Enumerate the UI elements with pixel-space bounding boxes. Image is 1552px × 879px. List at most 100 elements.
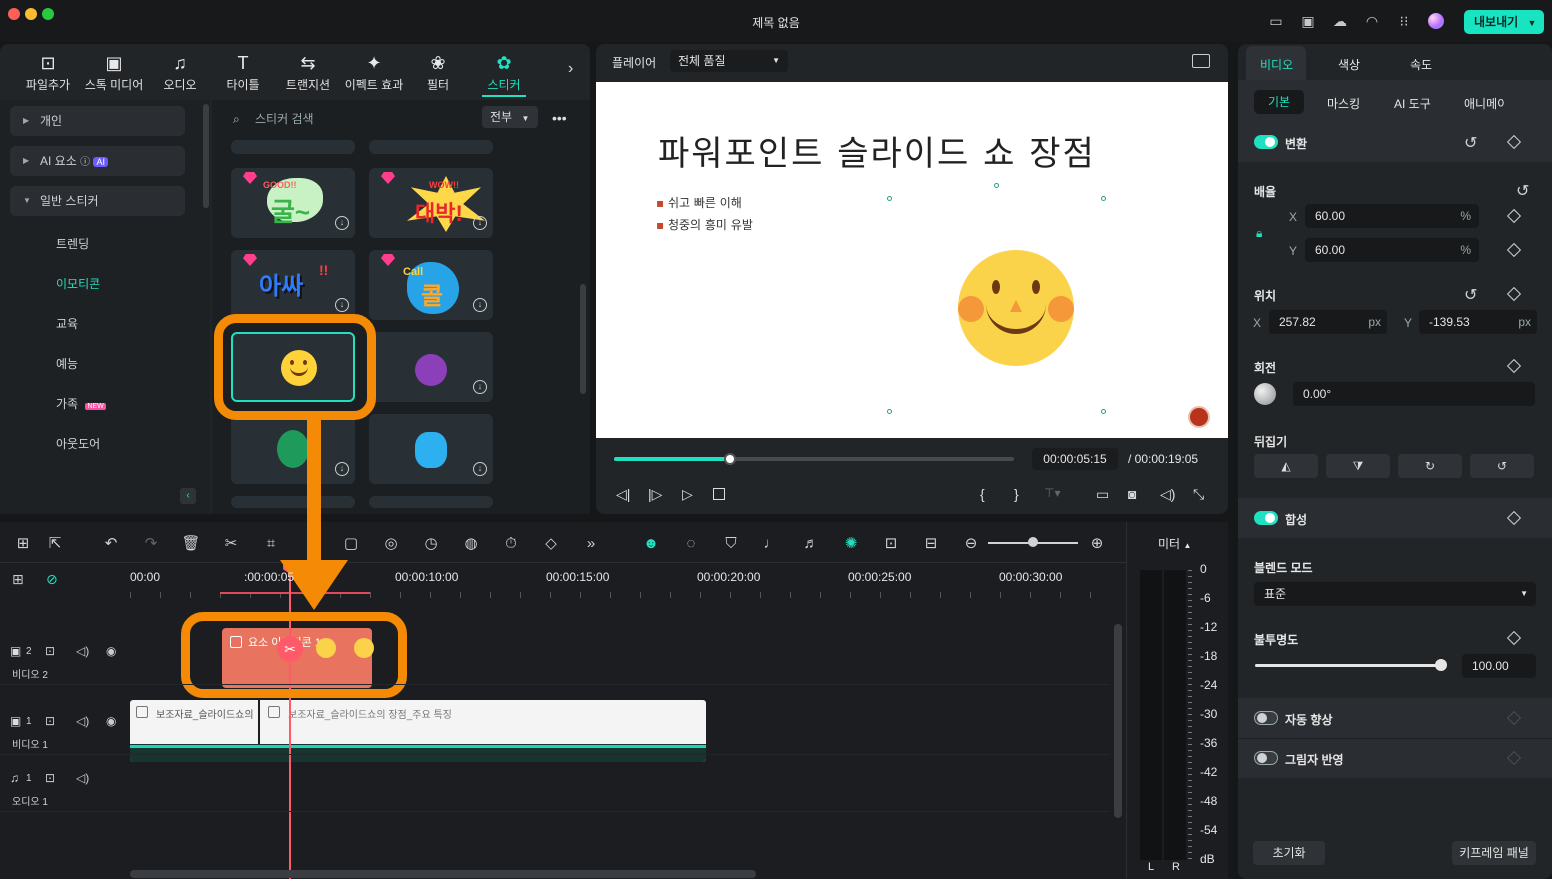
smiley-sticker-preview[interactable] — [958, 250, 1074, 366]
sticker-tile-green[interactable]: ↓ — [231, 414, 355, 484]
rotate-cw-button[interactable]: ↻ — [1398, 454, 1462, 478]
ai-tool-icon[interactable]: ✺ — [840, 534, 862, 554]
resize-handle[interactable] — [887, 409, 892, 414]
quality-dropdown[interactable]: 전체 품질 ▼ — [670, 50, 788, 72]
position-x-input[interactable]: 257.82 px — [1269, 310, 1387, 334]
collapse-panel-button[interactable]: ‹ — [180, 488, 196, 504]
keyframe-panel-button[interactable]: 키프레임 패널 — [1452, 841, 1536, 865]
lock-icon[interactable]: ⊡ — [45, 644, 55, 658]
grid-layout-icon[interactable]: ⊞ — [12, 534, 34, 554]
eye-icon[interactable]: ◉ — [106, 714, 116, 728]
subcategory-outdoor[interactable]: 아웃도어 — [56, 435, 100, 452]
category-scrollbar[interactable] — [203, 104, 209, 208]
subtab-ai-tools[interactable]: AI 도구 — [1394, 95, 1431, 112]
palette-icon[interactable]: ◍ — [460, 534, 482, 554]
snapshot-view-icon[interactable] — [1192, 54, 1210, 68]
keyframe-icon[interactable]: ◇ — [540, 534, 562, 554]
lock-icon[interactable]: ⊡ — [45, 771, 55, 785]
rotate-handle[interactable] — [994, 183, 999, 188]
position-y-input[interactable]: -139.53 px — [1419, 310, 1537, 334]
volume-icon[interactable]: ◁) — [1160, 486, 1175, 503]
chevron-right-icon[interactable]: › — [568, 60, 573, 78]
opacity-slider-knob[interactable] — [1435, 659, 1447, 671]
shadow-toggle[interactable] — [1254, 751, 1278, 765]
current-time[interactable]: 00:00:05:15 — [1032, 448, 1118, 470]
layout-icon[interactable]: ▭ — [1267, 12, 1285, 30]
fullscreen-icon[interactable]: ⤡ — [1193, 486, 1204, 503]
speed-icon[interactable]: ◷ — [420, 534, 442, 554]
scale-x-input[interactable]: 60.00% — [1305, 204, 1479, 228]
sticker-tile-blue[interactable]: ↓ — [369, 414, 493, 484]
subcategory-education[interactable]: 교육 — [56, 315, 78, 332]
redo-icon[interactable]: ↷ — [140, 534, 162, 554]
cut-icon[interactable]: ✂ — [220, 534, 242, 554]
media-tab-6[interactable]: ❀ 필터 — [406, 52, 470, 98]
profile-avatar[interactable] — [1428, 13, 1444, 29]
support-headset-icon[interactable]: ◠ — [1363, 12, 1381, 30]
playhead-knob[interactable] — [724, 453, 736, 465]
camera-icon[interactable]: ◙ — [1128, 486, 1136, 502]
scale-y-input[interactable]: 60.00% — [1305, 238, 1479, 262]
auto-enhance-toggle[interactable] — [1254, 711, 1278, 725]
display-icon[interactable]: ▭ — [1096, 486, 1109, 503]
resize-handle[interactable] — [1101, 196, 1106, 201]
tab-color[interactable]: 색상 — [1338, 56, 1360, 73]
cloud-upload-icon[interactable]: ☁ — [1331, 12, 1349, 30]
download-icon[interactable]: ↓ — [335, 216, 349, 230]
category-personal[interactable]: ▶ 개인 — [10, 106, 185, 136]
mic-icon[interactable]: ♩ — [760, 534, 782, 554]
prev-frame-icon[interactable]: ◁| — [616, 486, 630, 503]
subtab-animation[interactable]: 애니메이 — [1464, 95, 1504, 112]
save-icon[interactable]: ▣ — [1299, 12, 1317, 30]
lock-icon[interactable]: ⊡ — [45, 714, 55, 728]
blend-mode-dropdown[interactable]: 표준 ▼ — [1254, 582, 1536, 606]
timer-icon[interactable]: ⏱︎ — [500, 534, 522, 554]
subcategory-family[interactable]: 가족 NEW — [56, 395, 106, 412]
sticker-tile[interactable] — [231, 140, 355, 154]
reset-icon[interactable]: ↺ — [1464, 285, 1477, 305]
download-icon[interactable]: ↓ — [473, 462, 487, 476]
undo-icon[interactable]: ↶ — [100, 534, 122, 554]
rotate-ccw-button[interactable]: ↺ — [1470, 454, 1534, 478]
subtab-basic[interactable]: 기본 — [1254, 90, 1304, 114]
ai-avatar-icon[interactable]: ☻ — [640, 534, 662, 554]
composite-toggle[interactable] — [1254, 511, 1278, 525]
delete-icon[interactable]: 🗑︎ — [180, 534, 202, 554]
resize-handle[interactable] — [1101, 409, 1106, 414]
eye-icon[interactable]: ◉ — [106, 644, 116, 658]
download-icon[interactable]: ↓ — [473, 380, 487, 394]
sticker-tile-call[interactable]: Call 콜 ↓ — [369, 250, 493, 320]
help-icon[interactable]: ⓘ — [80, 157, 90, 168]
media-tab-4[interactable]: ⇆ 트랜지션 — [276, 52, 340, 98]
media-tab-5[interactable]: ✦ 이펙트 효과 — [342, 52, 406, 98]
flip-horizontal-button[interactable]: ◭ — [1254, 454, 1318, 478]
download-icon[interactable]: ↓ — [473, 216, 487, 230]
resize-handle[interactable] — [887, 196, 892, 201]
speaker-icon[interactable]: ◁) — [76, 771, 89, 785]
category-general-stickers[interactable]: ▼ 일반 스티커 — [10, 186, 185, 216]
color-icon[interactable]: ◎ — [380, 534, 402, 554]
media-tab-1[interactable]: ▣ 스톡 미디어 — [82, 52, 146, 98]
select-tool-icon[interactable]: ⇱ — [44, 534, 66, 554]
media-tab-0[interactable]: ⊡ 파일추가 — [16, 52, 80, 98]
opacity-slider[interactable] — [1255, 659, 1447, 671]
mark-out-icon[interactable]: } — [1014, 486, 1019, 502]
add-track-icon[interactable]: ⊞ — [12, 571, 24, 588]
media-tab-7[interactable]: ✿ 스티커 — [472, 52, 536, 98]
rotation-dial[interactable] — [1254, 383, 1276, 405]
zoom-slider-knob[interactable] — [1028, 537, 1038, 547]
download-icon[interactable]: ↓ — [335, 298, 349, 312]
link-icon[interactable]: ⊘ — [46, 571, 58, 588]
subcategory-emoticon[interactable]: 이모티콘 — [56, 275, 100, 292]
sticker-tile-assa[interactable]: 아싸 !! ↓ — [231, 250, 355, 320]
more-options-icon[interactable]: ••• — [552, 110, 567, 126]
next-frame-icon[interactable]: |▷ — [648, 486, 662, 503]
insert-icon[interactable]: ⊤▾ — [1044, 486, 1060, 500]
playback-progress-track[interactable] — [614, 453, 1014, 465]
sticker-filter-dropdown[interactable]: 전부 ▼ — [482, 106, 538, 128]
music-icon[interactable]: ♬ — [800, 534, 822, 554]
marker-icon[interactable]: ⛉ — [720, 534, 742, 554]
apps-grid-icon[interactable]: ⁝⁝ — [1395, 12, 1413, 30]
sticker-tile[interactable] — [231, 496, 355, 508]
crop-icon[interactable]: ⌗ — [260, 534, 282, 554]
